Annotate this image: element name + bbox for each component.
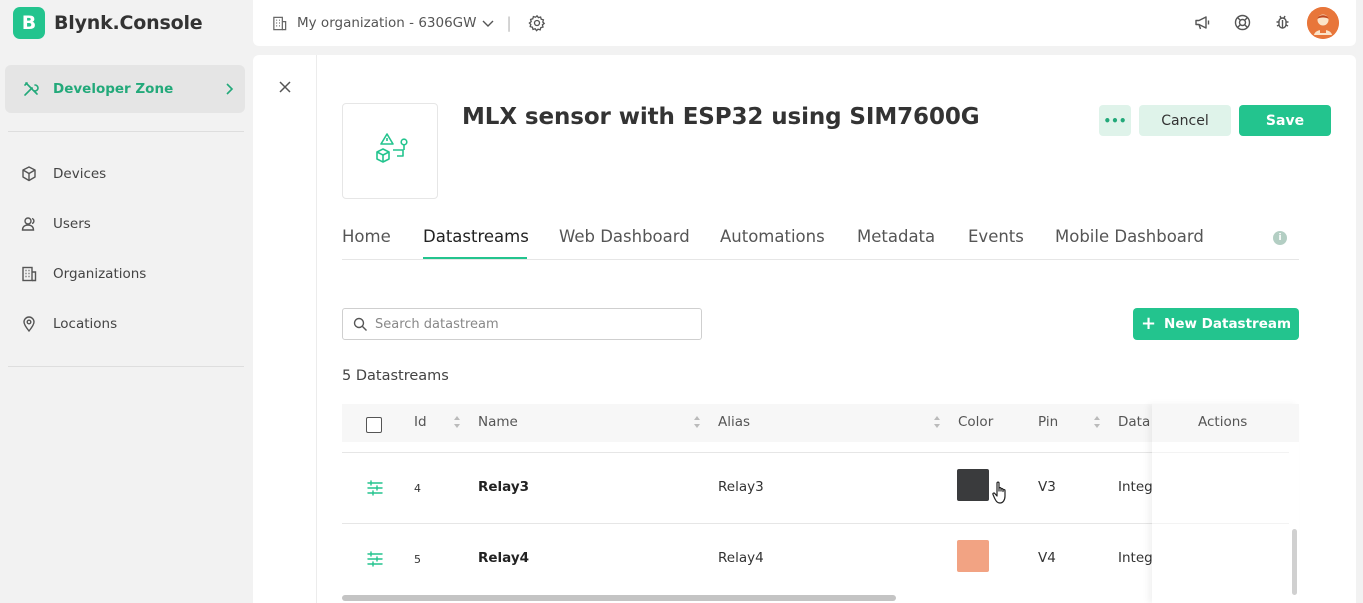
- column-header-alias[interactable]: Alias: [718, 414, 750, 430]
- sort-icon[interactable]: [933, 415, 941, 429]
- table-row[interactable]: 5 Relay4 Relay4 V4 Integ: [342, 524, 1289, 594]
- info-icon[interactable]: i: [1273, 231, 1287, 245]
- sidebar-item-devices[interactable]: Devices: [0, 154, 245, 194]
- help-icon[interactable]: [1233, 13, 1252, 32]
- hand-cursor-icon: [992, 481, 1006, 504]
- tab-events[interactable]: Events: [968, 227, 1024, 246]
- sidebar-item-locations[interactable]: Locations: [0, 304, 245, 344]
- datastream-id: 5: [414, 553, 421, 566]
- window-edge: [1356, 0, 1363, 603]
- megaphone-icon[interactable]: [1193, 13, 1212, 32]
- column-header-id[interactable]: Id: [414, 414, 427, 430]
- pin-icon: [23, 316, 35, 333]
- color-swatch[interactable]: [957, 540, 989, 572]
- brand-name: Blynk.Console: [54, 12, 203, 34]
- topbar: My organization - 6306GW |: [253, 0, 1356, 46]
- cancel-button[interactable]: Cancel: [1139, 105, 1231, 136]
- tab-metadata[interactable]: Metadata: [857, 227, 935, 246]
- template-image[interactable]: [342, 103, 438, 199]
- more-options-button[interactable]: •••: [1099, 105, 1131, 136]
- divider: [8, 131, 244, 132]
- sort-icon[interactable]: [693, 415, 701, 429]
- sidebar-item-label: Devices: [53, 166, 107, 182]
- sidebar-item-label: Locations: [53, 316, 118, 332]
- chevron-right-icon: [226, 83, 234, 95]
- column-header-actions: Actions: [1198, 414, 1248, 430]
- sidebar-item-label: Developer Zone: [53, 81, 174, 97]
- vertical-scrollbar[interactable]: [1292, 529, 1297, 595]
- drag-handle-icon[interactable]: [366, 551, 384, 567]
- tab-bar: Home Datastreams Web Dashboard Automatio…: [342, 219, 1299, 260]
- datastream-count: 5 Datastreams: [342, 368, 449, 384]
- column-header-color: Color: [958, 414, 994, 430]
- new-datastream-button[interactable]: + New Datastream: [1133, 308, 1299, 340]
- column-header-name[interactable]: Name: [478, 414, 518, 430]
- separator: |: [506, 14, 512, 32]
- active-tab-indicator: [423, 257, 527, 259]
- sort-icon[interactable]: [453, 415, 461, 429]
- sidebar-item-label: Users: [53, 216, 91, 232]
- avatar[interactable]: [1307, 7, 1339, 39]
- search-field[interactable]: [342, 308, 702, 340]
- horizontal-scrollbar[interactable]: [342, 595, 896, 601]
- building-icon: [22, 266, 37, 282]
- brand-logo: B: [13, 7, 45, 39]
- datastream-data-type: Integ: [1118, 479, 1153, 495]
- datastream-id: 4: [414, 482, 421, 495]
- column-header-data-type[interactable]: Data: [1118, 414, 1150, 430]
- datastream-alias: Relay4: [718, 550, 764, 566]
- building-icon: [273, 16, 287, 30]
- close-column: [253, 55, 317, 603]
- sidebar: B Blynk.Console Developer Zone Devices U…: [0, 0, 253, 603]
- new-datastream-label: New Datastream: [1164, 316, 1292, 332]
- drag-handle-icon[interactable]: [366, 480, 384, 496]
- tools-icon: [24, 82, 39, 96]
- search-icon: [353, 317, 367, 331]
- gear-icon[interactable]: [527, 14, 546, 32]
- sort-icon[interactable]: [1093, 415, 1101, 429]
- tab-datastreams[interactable]: Datastreams: [423, 227, 529, 246]
- column-header-pin[interactable]: Pin: [1038, 414, 1058, 430]
- sidebar-item-users[interactable]: Users: [0, 204, 245, 244]
- sidebar-item-developer-zone[interactable]: Developer Zone: [5, 65, 245, 113]
- tab-home[interactable]: Home: [342, 227, 391, 246]
- tab-automations[interactable]: Automations: [720, 227, 825, 246]
- close-icon[interactable]: [277, 79, 293, 95]
- datastream-pin: V4: [1038, 550, 1056, 566]
- save-button[interactable]: Save: [1239, 105, 1331, 136]
- users-icon: [21, 217, 35, 231]
- brand[interactable]: B Blynk.Console: [13, 7, 203, 39]
- template-icon: [376, 133, 408, 163]
- tab-web-dashboard[interactable]: Web Dashboard: [559, 227, 690, 246]
- bug-icon[interactable]: [1273, 13, 1292, 32]
- cube-icon: [22, 166, 36, 182]
- chevron-down-icon: [482, 20, 493, 27]
- datastream-name[interactable]: Relay3: [478, 479, 529, 495]
- divider: [8, 366, 244, 367]
- datastream-alias: Relay3: [718, 479, 764, 495]
- select-all-checkbox[interactable]: [366, 417, 382, 433]
- organization-name: My organization - 6306GW: [297, 15, 477, 31]
- user-avatar-icon: [1307, 7, 1339, 39]
- actions-column-header: Actions: [1152, 404, 1299, 442]
- page-title: MLX sensor with ESP32 using SIM7600G: [462, 104, 980, 130]
- datastream-data-type: Integ: [1118, 550, 1153, 566]
- sidebar-item-organizations[interactable]: Organizations: [0, 254, 245, 294]
- datastream-pin: V3: [1038, 479, 1056, 495]
- color-swatch[interactable]: [957, 469, 989, 501]
- sidebar-item-label: Organizations: [53, 266, 147, 282]
- tab-mobile-dashboard[interactable]: Mobile Dashboard: [1055, 227, 1204, 246]
- search-input[interactable]: [375, 309, 695, 339]
- table-row[interactable]: 4 Relay3 Relay3 V3 Integ: [342, 453, 1289, 523]
- template-panel: MLX sensor with ESP32 using SIM7600G •••…: [253, 55, 1356, 603]
- plus-icon: +: [1140, 313, 1157, 334]
- datastream-name[interactable]: Relay4: [478, 550, 529, 566]
- organization-switcher[interactable]: My organization - 6306GW |: [271, 12, 546, 34]
